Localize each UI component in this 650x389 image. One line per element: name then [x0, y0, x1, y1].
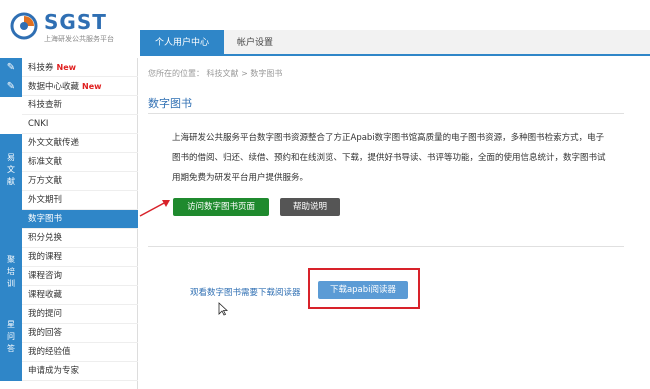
sidebar-item-label: 科技券 — [28, 63, 54, 73]
sidebar-item-my-questions[interactable]: 我的提问 — [22, 305, 138, 324]
group-label-text: 聚培训 — [7, 255, 15, 288]
description: 上海研发公共服务平台数字图书资源整合了方正Apabi数字图书馆高质量的电子图书资… — [172, 133, 606, 183]
sidebar-item-standard-docs[interactable]: 标准文献 — [22, 153, 138, 172]
tab-user-center[interactable]: 个人用户中心 — [140, 30, 224, 56]
sidebar-item-my-experience[interactable]: 我的经验值 — [22, 343, 138, 362]
top-tabs: 个人用户中心 帐户设置 — [140, 30, 650, 56]
mouse-cursor-icon — [218, 302, 228, 316]
sidebar-group-label-literature: 易文献 — [0, 134, 22, 248]
logo-subtitle: 上海研发公共服务平台 — [44, 35, 114, 43]
download-reader-button[interactable]: 下载apabi阅读器 — [318, 281, 408, 299]
sidebar-item-tech-voucher[interactable]: 科技券 New — [22, 58, 138, 77]
new-badge: New — [82, 82, 102, 91]
sidebar-item-foreign-doc-delivery[interactable]: 外文文献传递 — [22, 134, 138, 153]
sidebar-item-my-courses[interactable]: 我的课程 — [22, 248, 138, 267]
logo-text: SGST — [44, 10, 107, 34]
sidebar-item-novelty-search[interactable]: 科技查新 — [22, 96, 138, 115]
pen-icon: ✎ — [0, 58, 22, 78]
new-badge: New — [56, 63, 77, 72]
arrow-icon — [139, 200, 170, 217]
sidebar-item-become-expert[interactable]: 申请成为专家 — [22, 362, 138, 381]
sidebar-item-wanfang[interactable]: 万方文献 — [22, 172, 138, 191]
tab-account-settings[interactable]: 帐户设置 — [224, 30, 286, 56]
group-label-text: 星问答 — [7, 320, 15, 353]
sidebar-item-digital-books[interactable]: 数字图书 — [22, 210, 138, 229]
sidebar-item-cnki[interactable]: CNKI — [22, 115, 138, 134]
sidebar: ✎ 科技券 New ✎ 数据中心收藏 New 科技查新 CNKI 易文献 外文文献传… — [0, 58, 138, 389]
logo-mark-icon — [10, 12, 38, 40]
header: SGST 上海研发公共服务平台 个人用户中心 帐户设置 — [0, 0, 650, 56]
sidebar-item-course-consult[interactable]: 课程咨询 — [22, 267, 138, 286]
group-label-text: 易文献 — [7, 153, 15, 186]
sidebar-item-foreign-journals[interactable]: 外文期刊 — [22, 191, 138, 210]
reader-note-link[interactable]: 观看数字图书需要下载阅读器 — [190, 286, 301, 298]
breadcrumb: 您所在的位置： 科技文献 > 数字图书 — [148, 69, 283, 78]
help-button[interactable]: 帮助说明 — [280, 198, 340, 216]
section-divider — [148, 246, 624, 247]
sidebar-item-label: 数据中心收藏 — [28, 82, 80, 92]
pen-icon: ✎ — [0, 77, 22, 97]
sidebar-group-label-qa: 星问答 — [0, 305, 22, 381]
sidebar-item-my-answers[interactable]: 我的回答 — [22, 324, 138, 343]
title-divider — [148, 113, 624, 114]
sidebar-item-course-favorites[interactable]: 课程收藏 — [22, 286, 138, 305]
sidebar-item-points-exchange[interactable]: 积分兑换 — [22, 229, 138, 248]
logo[interactable]: SGST 上海研发公共服务平台 — [10, 10, 114, 46]
page-title: 数字图书 — [148, 97, 192, 110]
sidebar-item-data-favorites[interactable]: 数据中心收藏 New — [22, 77, 138, 96]
sidebar-group-label-training: 聚培训 — [0, 248, 22, 305]
visit-digital-books-button[interactable]: 访问数字图书页面 — [173, 198, 269, 216]
